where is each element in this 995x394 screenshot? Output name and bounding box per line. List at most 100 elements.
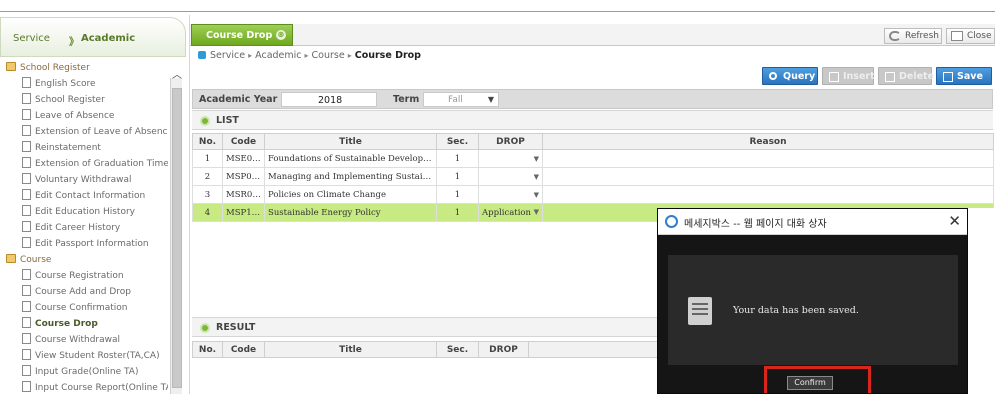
reason-field[interactable] <box>542 167 994 186</box>
list-title: LIST <box>216 115 239 126</box>
section-number: 1 <box>436 185 479 204</box>
section-number: 1 <box>436 203 479 222</box>
col-header-code[interactable]: Code <box>222 133 265 150</box>
scrollbar-thumb[interactable] <box>172 88 182 388</box>
col-header-code[interactable]: Code <box>222 341 265 358</box>
col-header-title[interactable]: Title <box>264 341 437 358</box>
sidebar-item[interactable]: Voluntary Withdrawal <box>22 173 132 187</box>
reason-field[interactable] <box>542 185 994 204</box>
sidebar-item[interactable]: Edit Career History <box>22 221 120 235</box>
section-number: 1 <box>436 149 479 168</box>
table-row[interactable]: 3 MSR057 Policies on Climate Change 1 ▼ <box>192 185 994 204</box>
document-icon <box>22 221 31 232</box>
row-number-value: 3 <box>204 189 211 200</box>
breadcrumb-course[interactable]: Course <box>312 50 345 61</box>
sidebar-item[interactable]: Edit Education History <box>22 205 135 219</box>
confirm-button[interactable]: Confirm <box>787 376 833 390</box>
tab-close-icon[interactable]: ⊗ <box>276 30 286 40</box>
reason-field[interactable] <box>542 149 994 168</box>
sidebar-item-label: Edit Passport Information <box>35 239 149 249</box>
dialog-titlebar[interactable]: 메세지박스 -- 웹 페이지 대화 상자 ✕ <box>658 209 967 235</box>
col-header-no[interactable]: No. <box>192 341 223 358</box>
sidebar-item[interactable]: School Register <box>22 93 105 107</box>
sidebar-item[interactable]: View Student Roster(TA,CA) <box>22 349 160 363</box>
document-icon <box>22 125 31 136</box>
save-icon <box>943 72 953 82</box>
chevron-down-icon[interactable]: ▼ <box>534 208 539 216</box>
sidebar-scrollbar[interactable]: ︿ <box>170 70 182 394</box>
row-number-value: 2 <box>204 171 211 182</box>
sidebar-item[interactable]: Input Course Report(Online TA) <box>22 381 168 394</box>
drop-select[interactable]: ▼ <box>478 167 543 186</box>
col-header-sec[interactable]: Sec. <box>436 133 479 150</box>
course-code: MSP082 <box>222 167 265 186</box>
insert-button[interactable]: Insert <box>822 67 875 85</box>
drop-select[interactable]: ▼ <box>478 149 543 168</box>
tab-course-drop[interactable]: Course Drop ⊗ <box>191 24 293 46</box>
table-row[interactable]: 1 MSE092 Foundations of Sustainable Develo… <box>192 149 994 168</box>
breadcrumb: Service ▸ Academic ▸ Course ▸ Course Drop <box>198 50 421 61</box>
academic-year-field[interactable]: 2018 <box>281 92 377 107</box>
sidebar-crumb-academic[interactable]: Academic <box>81 33 135 44</box>
sidebar-folder[interactable]: School Register <box>6 61 90 75</box>
document-icon <box>22 173 31 184</box>
scroll-up-arrow-icon[interactable]: ︿ <box>171 70 183 82</box>
course-code-value: MSE092 <box>226 153 263 164</box>
sidebar: Service 》 Academic School Register Englis… <box>0 15 190 394</box>
document-icon <box>22 109 31 120</box>
sidebar-item[interactable]: Course Add and Drop <box>22 285 131 299</box>
sidebar-crumb-separator: 》 <box>69 37 79 48</box>
sidebar-item[interactable]: Course Withdrawal <box>22 333 120 347</box>
sidebar-item-label: Course Add and Drop <box>35 287 132 297</box>
sidebar-item[interactable]: Course Registration <box>22 269 124 283</box>
col-header-sec[interactable]: Sec. <box>436 341 479 358</box>
save-button[interactable]: Save <box>936 67 992 85</box>
chevron-down-icon[interactable]: ▼ <box>534 155 539 163</box>
sidebar-folder[interactable]: Course <box>6 253 51 267</box>
drop-select[interactable]: Application ▼ <box>478 203 543 222</box>
sidebar-item-label: Course Drop <box>35 319 98 329</box>
sidebar-item[interactable]: Course Confirmation <box>22 301 128 315</box>
term-value: Fall <box>448 95 463 105</box>
term-select[interactable]: Fall ▼ <box>423 92 499 107</box>
col-header-drop[interactable]: DROP <box>478 133 543 150</box>
course-code: MSR057 <box>222 185 265 204</box>
sidebar-item[interactable]: Leave of Absence <box>22 109 114 123</box>
breadcrumb-service[interactable]: Service <box>210 50 245 61</box>
course-code-value: MSP103 <box>226 207 263 218</box>
sidebar-item[interactable]: Extension of Graduation Time <box>22 157 168 171</box>
refresh-label: Refresh <box>905 31 939 41</box>
col-header-drop[interactable]: DROP <box>478 341 529 358</box>
sidebar-item-label: School Register <box>35 95 105 105</box>
browser-icon <box>665 215 678 228</box>
sidebar-item[interactable]: Edit Contact Information <box>22 189 145 203</box>
col-header-no[interactable]: No. <box>192 133 223 150</box>
message-icon <box>688 297 712 325</box>
sidebar-item[interactable]: Edit Passport Information <box>22 237 149 251</box>
sidebar-crumb-service[interactable]: Service <box>13 33 50 44</box>
delete-button[interactable]: Delete <box>878 67 934 85</box>
sidebar-item[interactable]: Reinstatement <box>22 141 101 155</box>
section-number-value: 1 <box>454 207 461 218</box>
top-strip <box>0 0 995 12</box>
breadcrumb-academic[interactable]: Academic <box>255 50 301 61</box>
sidebar-item[interactable]: Course Drop <box>22 317 98 331</box>
chevron-down-icon[interactable]: ▼ <box>534 173 539 181</box>
sidebar-item[interactable]: Input Grade(Online TA) <box>22 365 138 379</box>
folder-icon <box>6 254 16 263</box>
col-header-reason[interactable]: Reason <box>542 133 994 150</box>
row-number: 2 <box>192 167 223 186</box>
sidebar-item-label: Input Grade(Online TA) <box>35 367 139 377</box>
chevron-down-icon[interactable]: ▼ <box>534 191 539 199</box>
sidebar-menu-tree: School Register English Score School Regis… <box>0 61 168 394</box>
col-header-title[interactable]: Title <box>264 133 437 150</box>
dialog-close-icon[interactable]: ✕ <box>948 212 961 230</box>
close-all-button[interactable]: Close All <box>946 28 995 44</box>
sidebar-item-label: Course Withdrawal <box>35 335 121 345</box>
drop-select[interactable]: ▼ <box>478 185 543 204</box>
query-button[interactable]: Query <box>762 67 818 85</box>
sidebar-item[interactable]: English Score <box>22 77 96 91</box>
table-row[interactable]: 2 MSP082 Managing and Implementing Sustain… <box>192 167 994 186</box>
sidebar-item[interactable]: Extension of Leave of Absence <box>22 125 168 139</box>
refresh-button[interactable]: Refresh <box>884 28 942 44</box>
